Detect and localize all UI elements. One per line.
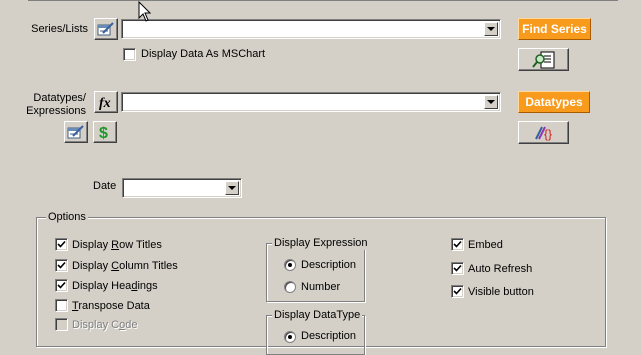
expression-number-label: Number <box>301 281 341 293</box>
visible-button-checkbox[interactable] <box>451 285 464 298</box>
svg-text:{}: {} <box>544 127 552 141</box>
datatype-formula-button[interactable]: {} <box>518 121 569 144</box>
edit-series-button[interactable] <box>94 18 118 40</box>
datatypes-label-line1: Datatypes/ <box>33 92 86 104</box>
check-icon <box>453 264 462 272</box>
svg-text:$: $ <box>99 125 108 141</box>
radio-dot-icon <box>288 263 292 267</box>
column-titles-checkbox[interactable] <box>55 259 68 272</box>
function-fx-icon: fx <box>99 96 111 110</box>
check-icon <box>453 287 462 295</box>
expression-description-radio[interactable] <box>284 259 296 271</box>
edit-expression-icon <box>67 125 84 139</box>
datatype-description-label: Description <box>301 330 357 342</box>
currency-button[interactable]: $ <box>93 121 117 143</box>
datatypes-combo[interactable] <box>121 92 501 112</box>
row-titles-checkbox[interactable] <box>55 238 68 251</box>
row-titles-label: Display Row Titles <box>72 239 162 251</box>
date-label: Date <box>93 180 117 192</box>
check-icon <box>57 281 66 289</box>
visible-button-label: Visible button <box>468 286 534 298</box>
edit-list-icon <box>97 22 114 36</box>
embed-checkbox[interactable] <box>451 238 464 251</box>
expression-description-label: Description <box>301 259 357 271</box>
check-icon <box>57 240 66 248</box>
options-group-title: Options <box>46 211 88 224</box>
display-expression-title: Display Expression <box>272 237 370 250</box>
dollar-icon: $ <box>99 125 108 141</box>
find-preview-button[interactable] <box>518 48 569 71</box>
edit-expression-button[interactable] <box>64 121 88 143</box>
embed-label: Embed <box>468 239 503 251</box>
display-datatype-title: Display DataType <box>272 309 363 322</box>
headings-checkbox[interactable] <box>55 279 68 292</box>
display-mschart-checkbox[interactable] <box>123 48 136 61</box>
datatypes-label-line2: Expressions <box>26 105 86 117</box>
transpose-label: Transpose Data <box>72 300 150 312</box>
top-frame-edge <box>28 0 618 1</box>
auto-refresh-label: Auto Refresh <box>468 263 533 275</box>
series-lists-label: Series/Lists <box>31 23 88 35</box>
chevron-down-icon <box>487 27 495 31</box>
auto-refresh-checkbox[interactable] <box>451 262 464 275</box>
chevron-down-icon <box>228 186 236 190</box>
check-icon <box>57 261 66 269</box>
series-dropdown-button[interactable] <box>484 22 498 36</box>
datatype-description-radio[interactable] <box>284 331 296 343</box>
find-preview-icon <box>531 51 554 68</box>
function-button[interactable]: fx <box>94 91 118 113</box>
mouse-cursor-icon <box>138 1 152 22</box>
series-combo[interactable] <box>121 19 501 39</box>
datatype-formula-icon: {} <box>534 126 552 141</box>
chevron-down-icon <box>487 100 495 104</box>
find-series-button[interactable]: Find Series <box>518 18 591 40</box>
display-code-checkbox <box>55 318 68 331</box>
datatypes-button[interactable]: Datatypes <box>518 91 590 113</box>
headings-label: Display Headings <box>72 280 158 292</box>
date-combo[interactable] <box>122 178 242 198</box>
datatypes-dropdown-button[interactable] <box>484 95 498 109</box>
display-code-label: Display Code <box>72 319 138 331</box>
display-mschart-label: Display Data As MSChart <box>141 48 266 60</box>
transpose-checkbox[interactable] <box>55 299 68 312</box>
svg-text:fx: fx <box>99 96 111 110</box>
expression-number-radio[interactable] <box>284 281 296 293</box>
check-icon <box>453 240 462 248</box>
date-dropdown-button[interactable] <box>225 181 239 195</box>
column-titles-label: Display Column Titles <box>72 260 178 272</box>
